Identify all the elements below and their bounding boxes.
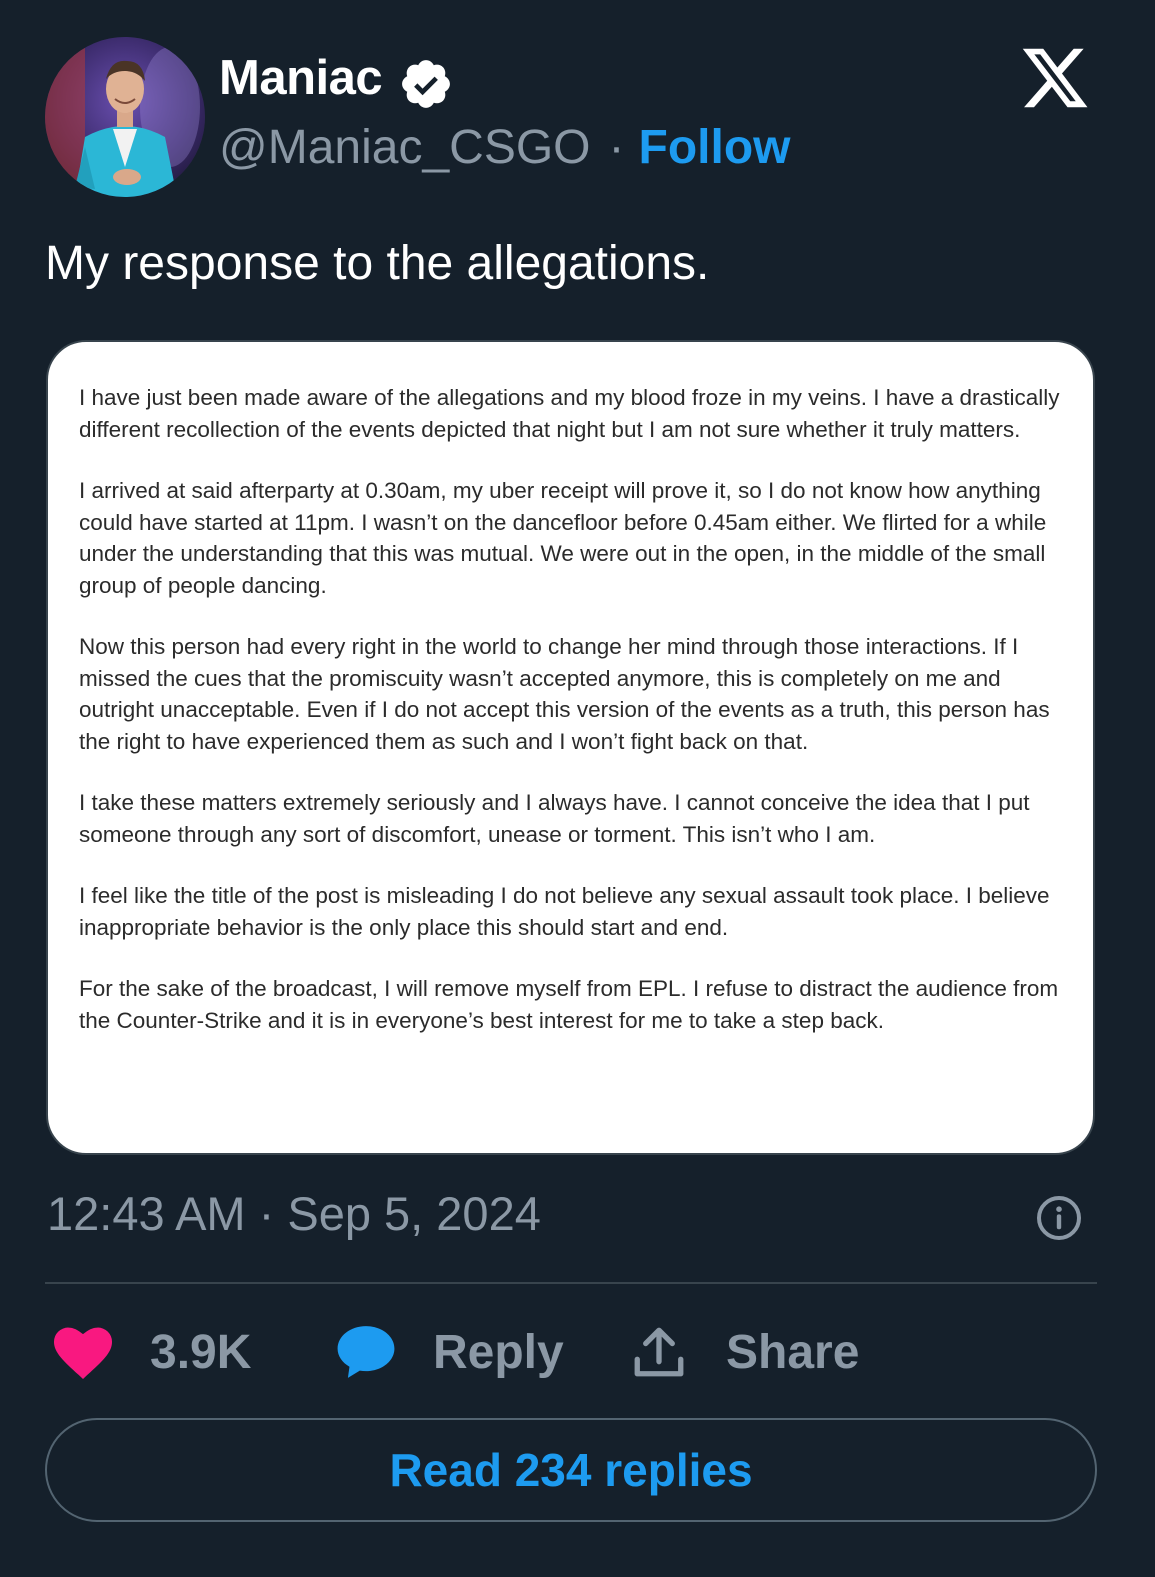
share-button[interactable]: Share bbox=[630, 1320, 859, 1384]
info-icon[interactable] bbox=[1035, 1194, 1083, 1242]
divider bbox=[45, 1282, 1097, 1284]
heart-icon bbox=[53, 1327, 113, 1379]
statement-paragraph: I take these matters extremely seriously… bbox=[79, 790, 1030, 847]
statement-paragraph: I arrived at said afterparty at 0.30am, … bbox=[79, 478, 1047, 598]
speech-bubble-icon bbox=[337, 1326, 395, 1378]
statement-image[interactable]: I have just been made aware of the alleg… bbox=[46, 340, 1095, 1155]
tweet-timestamp[interactable]: 12:43 AM · Sep 5, 2024 bbox=[47, 1186, 541, 1241]
statement-paragraph: I have just been made aware of the alleg… bbox=[79, 385, 1060, 442]
statement-paragraph: I feel like the title of the post is mis… bbox=[79, 883, 1050, 940]
share-upload-icon bbox=[634, 1327, 684, 1377]
follow-button[interactable]: Follow bbox=[639, 121, 791, 174]
verified-badge-icon bbox=[402, 60, 450, 108]
like-button[interactable]: 3.9K bbox=[52, 1320, 251, 1384]
x-logo-icon[interactable] bbox=[1018, 42, 1092, 114]
author-display-name[interactable]: Maniac bbox=[219, 50, 383, 106]
author-handle-row: @Maniac_CSGO · Follow bbox=[219, 120, 790, 175]
tweet-text: My response to the allegations. bbox=[45, 237, 710, 290]
like-count: 3.9K bbox=[150, 1325, 252, 1379]
statement-paragraph: For the sake of the broadcast, I will re… bbox=[79, 976, 1059, 1033]
share-label: Share bbox=[726, 1325, 860, 1379]
author-handle[interactable]: @Maniac_CSGO bbox=[219, 121, 591, 174]
author-avatar[interactable] bbox=[45, 37, 205, 197]
avatar-photo bbox=[45, 37, 205, 197]
reply-label: Reply bbox=[433, 1325, 564, 1379]
separator-dot: · bbox=[608, 121, 625, 174]
reply-button[interactable]: Reply bbox=[335, 1320, 564, 1384]
read-replies-button[interactable]: Read 234 replies bbox=[45, 1418, 1097, 1522]
statement-paragraph: Now this person had every right in the w… bbox=[79, 634, 1050, 754]
